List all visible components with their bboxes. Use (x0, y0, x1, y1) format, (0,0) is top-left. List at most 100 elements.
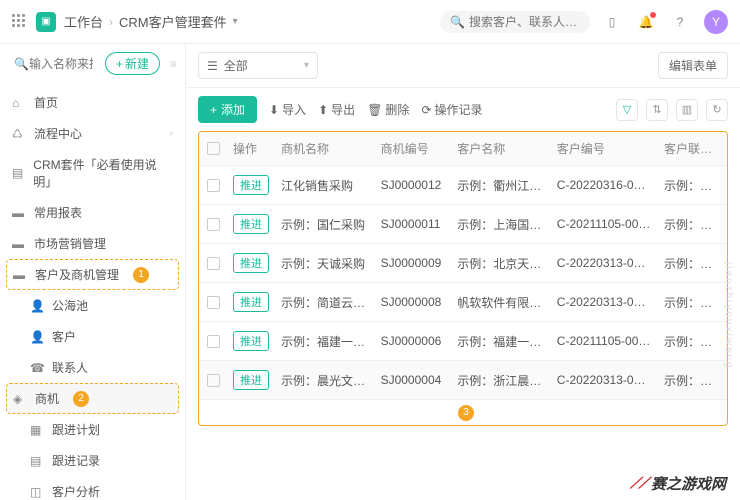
flow-icon: ♺ (12, 127, 26, 141)
sidebar-item-0[interactable]: ⌂首页 (0, 87, 185, 118)
user-icon: 👤 (30, 299, 44, 313)
columns-icon[interactable]: ▥ (676, 99, 698, 121)
table-row[interactable]: 推进 示例：简道云采购 SJ0000008 帆软软件有限公司 C-2022031… (199, 283, 727, 322)
cell-code: SJ0000012 (375, 178, 452, 192)
sidebar-item-label: 跟进记录 (52, 452, 100, 469)
cell-cust: 帆软软件有限公司 (451, 294, 551, 311)
opp-icon: ◈ (13, 392, 27, 406)
cell-cust: 示例：衢州江化集团 (451, 177, 551, 194)
search-input[interactable] (469, 15, 580, 29)
sidebar-item-10[interactable]: ▦跟进计划 (0, 414, 185, 445)
table-row[interactable]: 推进 示例：福建一高3月订单 SJ0000006 示例：福建一高集团 C-202… (199, 322, 727, 361)
sidebar-item-label: 流程中心 (34, 125, 82, 142)
sidebar-item-5[interactable]: ▬客户及商机管理1 (6, 259, 179, 290)
apps-grid-icon[interactable] (12, 14, 28, 30)
help-icon[interactable]: ? (668, 10, 692, 34)
cell-cust: 示例：北京天诚软件… (451, 255, 551, 272)
advance-button[interactable]: 推进 (233, 253, 269, 273)
sidebar-item-11[interactable]: ▤跟进记录 (0, 445, 185, 476)
book-icon[interactable]: ▯ (600, 10, 624, 34)
sidebar-item-label: 首页 (34, 94, 58, 111)
search-icon: 🔍 (450, 15, 465, 29)
app-logo-icon: ▣ (36, 12, 56, 32)
menu-icon[interactable]: ≡ (170, 57, 177, 71)
advance-button[interactable]: 推进 (233, 370, 269, 390)
plan-icon: ▦ (30, 423, 44, 437)
advance-button[interactable]: 推进 (233, 292, 269, 312)
row-checkbox[interactable] (207, 296, 220, 309)
row-checkbox[interactable] (207, 374, 220, 387)
bell-icon[interactable]: 🔔 (634, 10, 658, 34)
sidebar-search[interactable]: 🔍 (8, 55, 99, 73)
cell-ccode: C-20211105-0000004 (551, 334, 658, 348)
cell-name: 示例：晨光文具设备… (275, 372, 375, 389)
advance-button[interactable]: 推进 (233, 331, 269, 351)
chevron-down-icon[interactable]: ▾ (233, 16, 238, 27)
view-selector[interactable]: ☰ 全部 ▾ (198, 52, 318, 79)
table-row[interactable]: 推进 示例：天诚采购 SJ0000009 示例：北京天诚软件… C-202203… (199, 244, 727, 283)
edit-form-button[interactable]: 编辑表单 (658, 52, 728, 79)
sidebar-item-label: 客户及商机管理 (35, 266, 119, 283)
sidebar-item-9[interactable]: ◈ 商机 2 (6, 383, 179, 414)
new-button[interactable]: +新建 (105, 52, 160, 75)
folder-icon: ▬ (12, 206, 26, 220)
cell-ccode: C-20220316-0000001 (551, 178, 658, 192)
cell-code: SJ0000006 (375, 334, 452, 348)
doc-icon: ▤ (12, 166, 25, 180)
advance-button[interactable]: 推进 (233, 175, 269, 195)
sidebar-item-7[interactable]: 👤 客户 (0, 321, 185, 352)
sidebar-item-label: 市场营销管理 (34, 235, 106, 252)
sidebar-item-4[interactable]: ▬市场营销管理 (0, 228, 185, 259)
sidebar-item-label: 联系人 (52, 359, 88, 376)
cell-cust: 示例：浙江晨光文具… (451, 372, 551, 389)
row-checkbox[interactable] (207, 179, 220, 192)
user-icon: 👤 (30, 330, 44, 344)
sidebar-item-label: 商机 (35, 390, 59, 407)
avatar[interactable]: Y (704, 10, 728, 34)
sidebar-item-label: 客户分析 (52, 483, 100, 500)
table-row[interactable]: 推进 示例：国仁采购 SJ0000011 示例：上海国仁有限… C-202111… (199, 205, 727, 244)
sidebar-item-8[interactable]: ☎联系人 (0, 352, 185, 383)
watermark: jianzhiyouxiwang (723, 262, 734, 370)
delete-button[interactable]: 🗑删除 (367, 101, 409, 118)
select-all-checkbox[interactable] (207, 142, 220, 155)
annotation-badge: 2 (73, 391, 89, 407)
sidebar-search-input[interactable] (29, 57, 93, 71)
cell-code: SJ0000008 (375, 295, 452, 309)
row-checkbox[interactable] (207, 218, 220, 231)
data-table: 操作 商机名称 商机编号 客户名称 客户编号 客户联系人 推进 江化销售采购 S… (198, 131, 728, 426)
sidebar-item-label: 客户 (52, 328, 76, 345)
sidebar-item-2[interactable]: ▤ CRM套件「必看使用说明」 (0, 149, 185, 197)
sidebar-item-3[interactable]: ▬常用报表 (0, 197, 185, 228)
global-search[interactable]: 🔍 (440, 11, 590, 33)
row-checkbox[interactable] (207, 335, 220, 348)
suite-name[interactable]: CRM客户管理套件 (119, 12, 227, 31)
table-row[interactable]: 推进 江化销售采购 SJ0000012 示例：衢州江化集团 C-20220316… (199, 166, 727, 205)
sidebar-item-1[interactable]: ♺流程中心› (0, 118, 185, 149)
add-button[interactable]: +添加 (198, 96, 257, 123)
cell-ccode: C-20220313-0000004 (551, 373, 658, 387)
log-button[interactable]: ⟳操作记录 (421, 101, 482, 118)
folder-icon: ▬ (13, 268, 27, 282)
sidebar-item-6[interactable]: 👤公海池 (0, 290, 185, 321)
refresh-icon[interactable]: ↻ (706, 99, 728, 121)
filter-icon[interactable]: ▽ (616, 99, 638, 121)
cell-name: 示例：简道云采购 (275, 294, 375, 311)
sidebar-item-12[interactable]: ◫客户分析 (0, 476, 185, 500)
workspace-label[interactable]: 工作台 (64, 12, 103, 31)
col-action: 操作 (227, 140, 275, 157)
cell-ccode: C-20220313-0000002 (551, 256, 658, 270)
brand-slash-icon: ⟋⟋ (630, 475, 647, 492)
col-contact: 客户联系人 (658, 140, 727, 157)
sidebar-item-label: CRM套件「必看使用说明」 (33, 156, 173, 190)
row-checkbox[interactable] (207, 257, 220, 270)
cell-code: SJ0000009 (375, 256, 452, 270)
export-button[interactable]: ⬆导出 (318, 101, 355, 118)
cell-contact: 示例：刘晨 (658, 372, 727, 389)
advance-button[interactable]: 推进 (233, 214, 269, 234)
import-button[interactable]: ⬇导入 (269, 101, 306, 118)
sort-icon[interactable]: ⇅ (646, 99, 668, 121)
chevron-right-icon: › (109, 15, 113, 29)
cell-cust: 示例：福建一高集团 (451, 333, 551, 350)
table-row[interactable]: 推进 示例：晨光文具设备… SJ0000004 示例：浙江晨光文具… C-202… (199, 361, 727, 400)
